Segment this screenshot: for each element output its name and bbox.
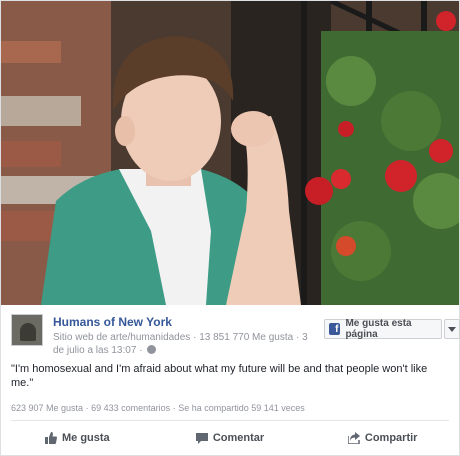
post-meta: Sitio web de arte/humanidades · 13 851 7… bbox=[53, 331, 317, 357]
page-category[interactable]: Sitio web de arte/humanidades bbox=[53, 332, 190, 343]
page-avatar[interactable] bbox=[11, 314, 43, 346]
post-actions: Me gusta Comentar Compartir bbox=[1, 421, 459, 455]
post-photo[interactable] bbox=[1, 1, 459, 305]
share-label: Compartir bbox=[364, 432, 418, 444]
avatar-figure-icon bbox=[20, 323, 36, 341]
post-header: Humans of New York Sitio web de arte/hum… bbox=[11, 314, 460, 358]
chevron-down-icon bbox=[448, 326, 456, 332]
facebook-f-icon: f bbox=[329, 323, 341, 335]
stats-separator: · bbox=[85, 403, 89, 413]
facebook-post-card: Humans of New York Sitio web de arte/hum… bbox=[0, 0, 460, 456]
like-button[interactable]: Me gusta bbox=[1, 421, 154, 455]
stats-separator: · bbox=[172, 403, 176, 413]
meta-separator: · bbox=[193, 332, 197, 343]
meta-separator: · bbox=[139, 345, 143, 356]
meta-separator: · bbox=[295, 332, 300, 343]
share-button[interactable]: Compartir bbox=[306, 421, 459, 455]
shares-count[interactable]: Se ha compartido 59 141 veces bbox=[178, 403, 305, 413]
like-label: Me gusta bbox=[61, 432, 110, 444]
photo-illustration bbox=[1, 1, 459, 305]
comment-icon bbox=[195, 433, 208, 444]
comment-label: Comentar bbox=[212, 432, 265, 444]
page-name-link[interactable]: Humans of New York bbox=[53, 315, 172, 329]
globe-icon[interactable] bbox=[147, 345, 157, 354]
like-page-button[interactable]: f Me gusta esta página bbox=[324, 318, 442, 340]
like-page-options-button[interactable] bbox=[444, 319, 460, 339]
page-likes-count: 13 851 770 Me gusta bbox=[199, 332, 294, 343]
like-page-label: Me gusta esta página bbox=[345, 318, 412, 340]
comments-count[interactable]: 69 433 comentarios bbox=[91, 403, 170, 413]
thumbs-up-icon bbox=[44, 432, 57, 444]
post-text: "I'm homosexual and I'm afraid about wha… bbox=[11, 363, 428, 389]
comment-button[interactable]: Comentar bbox=[154, 421, 307, 455]
likes-count[interactable]: 623 907 Me gusta bbox=[11, 403, 83, 413]
post-stats: 623 907 Me gusta · 69 433 comentarios · … bbox=[11, 403, 451, 413]
share-icon bbox=[347, 432, 360, 444]
